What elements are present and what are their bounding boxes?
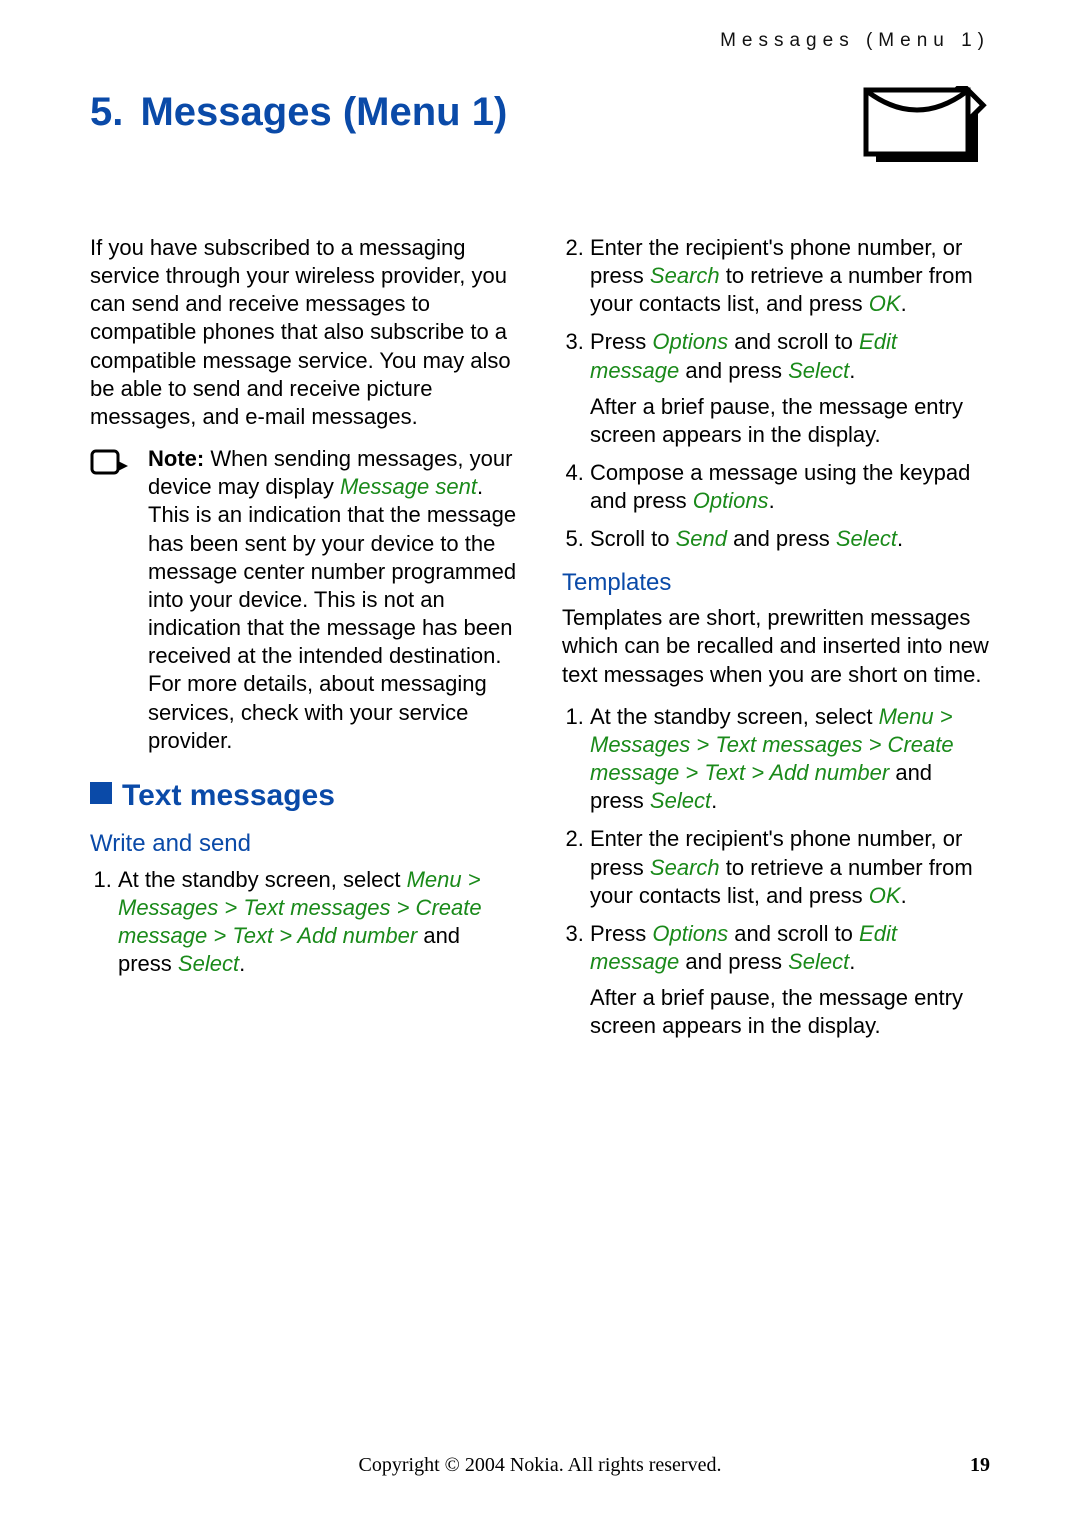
- tp3-t4: .: [849, 949, 855, 974]
- chapter-number: 5.: [90, 90, 123, 134]
- list-item: Enter the recipient's phone number, or p…: [590, 825, 990, 909]
- tp3-u3: Select: [788, 949, 849, 974]
- chapter-title: 5. Messages (Menu 1): [90, 90, 507, 135]
- chapter-heading-row: 5. Messages (Menu 1): [90, 90, 990, 174]
- note-block: Note: When sending messages, your device…: [90, 445, 518, 755]
- ws1-sel: Select: [178, 951, 239, 976]
- ws2-u1: Search: [650, 263, 720, 288]
- tp2-u1: Search: [650, 855, 720, 880]
- tp1-t3: .: [711, 788, 717, 813]
- envelope-icon: [862, 86, 990, 170]
- page-number: 19: [970, 1454, 990, 1477]
- ws5-t1: Scroll to: [590, 526, 676, 551]
- tp1-t1: At the standby screen, select: [590, 704, 879, 729]
- list-item: Enter the recipient's phone number, or p…: [590, 234, 990, 318]
- heading-write-send: Write and send: [90, 829, 518, 860]
- templates-steps: At the standby screen, select Menu > Mes…: [562, 703, 990, 1041]
- ws2-t3: .: [901, 291, 907, 316]
- ws4-u1: Options: [693, 488, 769, 513]
- page-footer: Copyright © 2004 Nokia. All rights reser…: [0, 1454, 1080, 1484]
- ws4-t2: .: [769, 488, 775, 513]
- ws3-t1: Press: [590, 329, 652, 354]
- document-page: Messages (Menu 1) 5. Messages (Menu 1) I…: [0, 0, 1080, 1530]
- list-item: Press Options and scroll to Edit message…: [590, 920, 990, 1041]
- running-head: Messages (Menu 1): [90, 30, 990, 52]
- heading-templates: Templates: [562, 568, 990, 599]
- tp3-t3: and press: [679, 949, 788, 974]
- templates-intro: Templates are short, prewritten messages…: [562, 604, 990, 688]
- ws3-t2: and scroll to: [728, 329, 859, 354]
- section-square-icon: [90, 782, 112, 804]
- list-item: At the standby screen, select Menu > Mes…: [118, 866, 518, 979]
- note-u1: Message sent: [340, 474, 477, 499]
- ws3-t3: and press: [679, 358, 788, 383]
- ws3-t4: .: [849, 358, 855, 383]
- ws5-u1: Send: [676, 526, 727, 551]
- ws3-after: After a brief pause, the message entry s…: [590, 393, 990, 449]
- tp3-t2: and scroll to: [728, 921, 859, 946]
- note-t2: . This is an indication that the message…: [148, 474, 516, 752]
- ws1-t3: .: [239, 951, 245, 976]
- list-item: Scroll to Send and press Select.: [590, 525, 990, 553]
- ws3-u3: Select: [788, 358, 849, 383]
- ws1-t1: At the standby screen, select: [118, 867, 407, 892]
- ws2-u2: OK: [869, 291, 901, 316]
- tp3-t1: Press: [590, 921, 652, 946]
- tp3-after: After a brief pause, the message entry s…: [590, 984, 990, 1040]
- list-item: Compose a message using the keypad and p…: [590, 459, 990, 515]
- list-item: Press Options and scroll to Edit message…: [590, 328, 990, 449]
- ws5-t3: .: [897, 526, 903, 551]
- note-label: Note:: [148, 446, 204, 471]
- note-text: Note: When sending messages, your device…: [148, 445, 518, 755]
- heading-text-messages-label: Text messages: [122, 779, 335, 812]
- copyright-text: Copyright © 2004 Nokia. All rights reser…: [359, 1454, 722, 1477]
- ws3-u1: Options: [652, 329, 728, 354]
- heading-text-messages: Text messages: [90, 777, 518, 815]
- intro-paragraph: If you have subscribed to a messaging se…: [90, 234, 518, 431]
- chapter-title-text: Messages (Menu 1): [140, 90, 507, 134]
- tp2-u2: OK: [869, 883, 901, 908]
- ws5-t2: and press: [727, 526, 836, 551]
- tp2-t3: .: [901, 883, 907, 908]
- tp1-sel: Select: [650, 788, 711, 813]
- list-item: At the standby screen, select Menu > Mes…: [590, 703, 990, 816]
- body-columns: If you have subscribed to a messaging se…: [90, 234, 990, 1040]
- ws5-u2: Select: [836, 526, 897, 551]
- tp3-u1: Options: [652, 921, 728, 946]
- ws4-t1: Compose a message using the keypad and p…: [590, 460, 970, 513]
- note-icon: [90, 449, 130, 490]
